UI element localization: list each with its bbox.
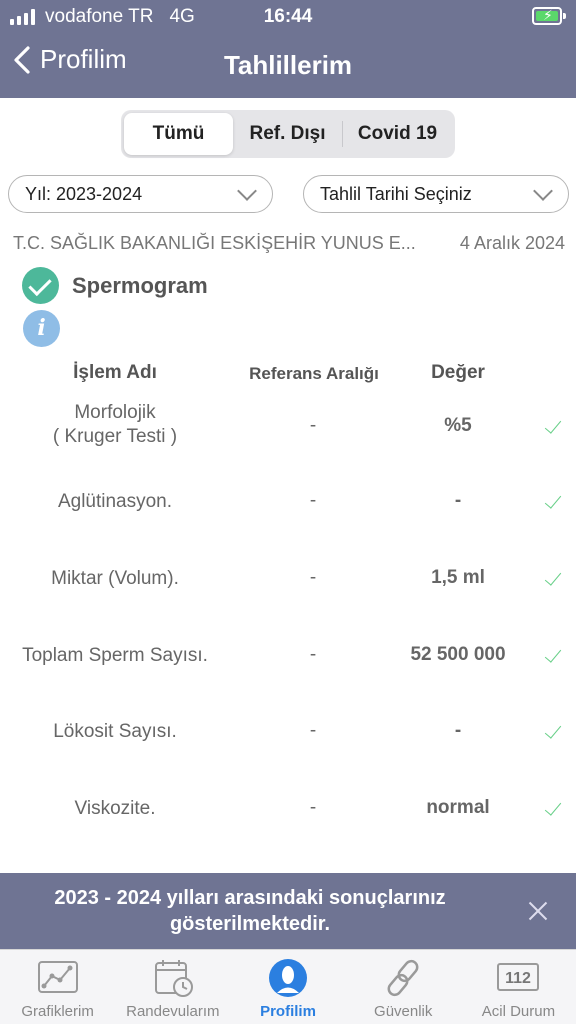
battery-icon: ⚡ [532, 7, 566, 25]
check-icon [544, 570, 562, 588]
tab-grafiklerim[interactable]: Grafiklerim [0, 950, 115, 1024]
check-icon [544, 418, 562, 436]
row-range: - [309, 490, 317, 511]
row-value: - [454, 490, 462, 511]
chevron-down-icon [237, 181, 257, 201]
status-bar: vodafone TR 4G 16:44 ⚡ [0, 0, 576, 32]
info-icon[interactable]: i [23, 310, 60, 347]
row-name: Lökosit Sayısı. [53, 721, 177, 742]
check-icon [544, 493, 562, 511]
row-range: - [309, 720, 317, 741]
close-icon[interactable] [528, 901, 548, 921]
chart-icon [37, 961, 78, 993]
year-dropdown-label: Yıl: 2023-2024 [25, 183, 143, 204]
link-icon [387, 959, 419, 997]
tab-guvenlik[interactable]: Güvenlik [346, 950, 461, 1024]
row-name: Miktar (Volum). [51, 568, 179, 589]
row-value: normal [426, 797, 490, 818]
check-icon [544, 800, 562, 818]
row-value: - [454, 720, 462, 741]
row-value: 1,5 ml [431, 567, 485, 588]
navigation-bar: Profilim Tahlillerim [0, 40, 576, 90]
header-value: Değer [431, 362, 485, 383]
header-range: Referans Aralığı [249, 364, 379, 383]
tab-label: Profilim [260, 1003, 316, 1020]
tab-label: Güvenlik [374, 1003, 433, 1020]
page-title: Tahlillerim [223, 50, 353, 80]
row-range: - [309, 797, 317, 818]
row-range: - [309, 567, 317, 588]
year-dropdown[interactable]: Yıl: 2023-2024 [8, 175, 273, 213]
tab-label: Grafiklerim [21, 1003, 94, 1020]
row-value: %5 [444, 415, 472, 436]
tab-label: Acil Durum [481, 1003, 556, 1020]
check-circle-icon [22, 267, 59, 304]
row-name: Toplam Sperm Sayısı. [22, 645, 208, 666]
row-range: - [309, 415, 317, 436]
filter-segmented-control: Tümü Ref. Dışı Covid 19 [121, 110, 455, 158]
app-header: vodafone TR 4G 16:44 ⚡ Profilim Tahlille… [0, 0, 576, 98]
banner-message: 2023 - 2024 yılları arasındaki sonuçları… [54, 887, 446, 935]
tab-profilim[interactable]: Profilim [230, 950, 345, 1024]
tab-label: Randevularım [126, 1003, 220, 1020]
segment-covid-19[interactable]: Covid 19 [343, 113, 452, 155]
check-icon [544, 647, 562, 665]
clock: 16:44 [263, 6, 313, 27]
profile-icon [269, 959, 307, 997]
test-title: Spermogram [22, 267, 208, 304]
row-value: 52 500 000 [410, 644, 506, 665]
calendar-icon [154, 960, 193, 997]
table-header: İşlem Adı Referans Aralığı Değer [0, 362, 576, 386]
tab-acil-durum[interactable]: 112 Acil Durum [461, 950, 576, 1024]
row-range: - [309, 644, 317, 665]
test-date: 4 Aralık 2024 [459, 233, 565, 253]
emergency-number: 112 [506, 970, 532, 987]
info-banner: 2023 - 2024 yılları arasındaki sonuçları… [0, 873, 576, 949]
header-name: İşlem Adı [73, 362, 157, 383]
institution-name: T.C. SAĞLIK BAKANLIĞI ESKİŞEHİR YUNUS E.… [13, 233, 416, 253]
emergency-112-icon: 112 [497, 963, 540, 991]
chevron-down-icon [533, 181, 553, 201]
lab-info: T.C. SAĞLIK BAKANLIĞI ESKİŞEHİR YUNUS E.… [13, 233, 565, 254]
tab-randevularim[interactable]: Randevularım [115, 950, 230, 1024]
date-dropdown[interactable]: Tahlil Tarihi Seçiniz [303, 175, 569, 213]
tab-bar: Grafiklerim Randevularım Profilim Güvenl… [0, 949, 576, 1024]
row-name: Viskozite. [74, 798, 156, 819]
row-name: Aglütinasyon. [57, 491, 173, 512]
check-icon [544, 723, 562, 741]
row-name: Morfolojik ( Kruger Testi ) [52, 402, 178, 447]
date-dropdown-label: Tahlil Tarihi Seçiniz [320, 183, 472, 204]
segment-ref-disi[interactable]: Ref. Dışı [233, 113, 342, 155]
segment-tumu[interactable]: Tümü [124, 113, 233, 155]
test-name: Spermogram [72, 272, 208, 298]
